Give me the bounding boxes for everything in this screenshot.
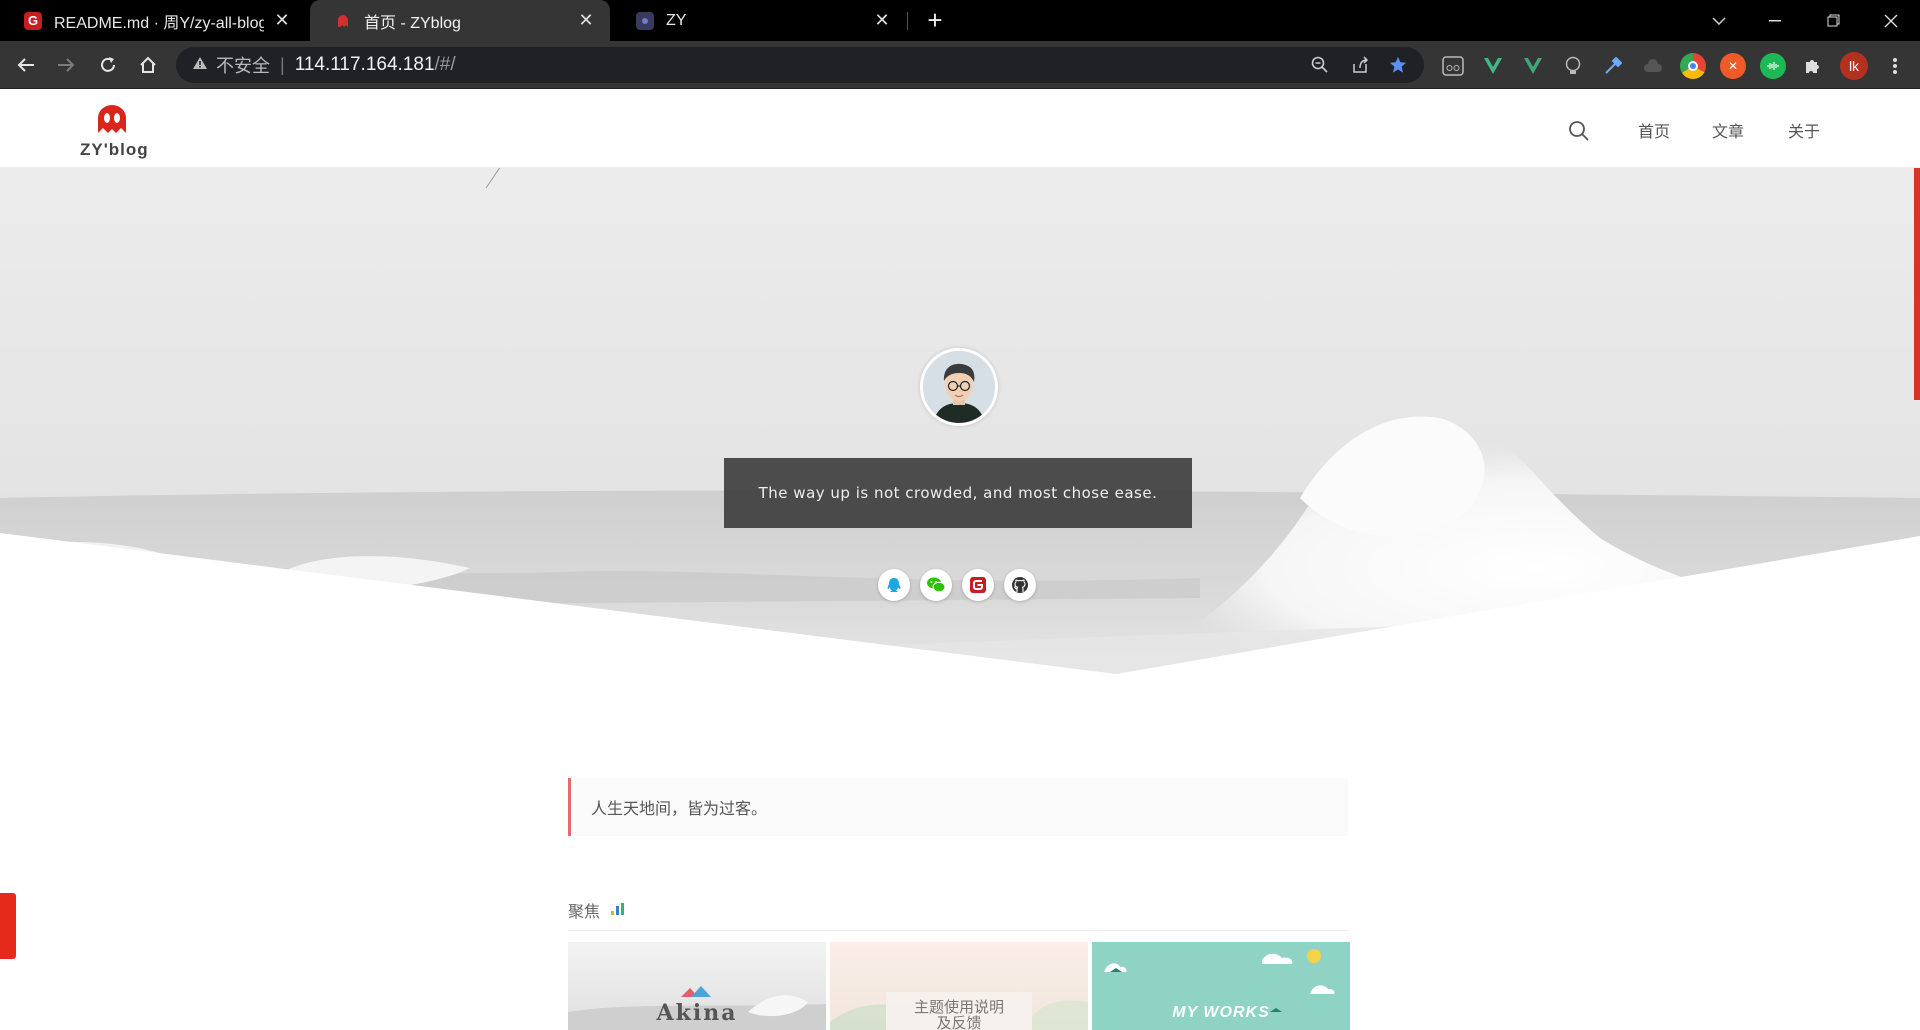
gitee-icon[interactable] <box>962 569 994 601</box>
tab-readme[interactable]: G README.md · 周Y/zy-all-blog ✕ <box>0 0 306 41</box>
warning-icon[interactable] <box>192 56 208 75</box>
ghost-logo-icon[interactable] <box>96 104 128 134</box>
reload-button[interactable] <box>92 49 124 81</box>
site-logo-text[interactable]: ZY'blog <box>80 140 149 160</box>
tab-zy[interactable]: ZY ✕ <box>612 0 906 41</box>
bookmark-star-icon[interactable] <box>1386 53 1410 77</box>
avatar[interactable] <box>920 348 998 426</box>
card-label: MY WORKS <box>1172 1004 1270 1021</box>
wechat-icon[interactable] <box>920 569 952 601</box>
gitee-favicon-icon: G <box>24 11 42 30</box>
focus-title-text: 聚焦 <box>568 904 601 921</box>
focus-divider <box>568 930 1348 931</box>
focus-card-works[interactable]: MY WORKS <box>1092 942 1350 1030</box>
vue-devtools-2-icon[interactable] <box>1520 53 1546 79</box>
tab-search-chevron-icon[interactable] <box>1696 0 1742 41</box>
tab-title: ZY <box>666 11 687 29</box>
forward-button[interactable] <box>50 49 82 81</box>
url-path: /#/ <box>434 54 456 75</box>
address-separator: | <box>280 54 285 75</box>
notice-quote: 人生天地间，皆为过客。 <box>568 778 1348 836</box>
security-label[interactable]: 不安全 <box>216 52 270 78</box>
share-icon[interactable] <box>1348 53 1372 77</box>
search-icon[interactable] <box>1568 120 1590 142</box>
tab-zyblog[interactable]: 首页 - ZYblog ✕ <box>310 0 610 41</box>
close-tab-icon[interactable]: ✕ <box>576 10 596 31</box>
nav-home[interactable]: 首页 <box>1638 118 1670 142</box>
card-label: 主题使用说明 及反馈 <box>830 1000 1088 1030</box>
qq-icon[interactable] <box>878 569 910 601</box>
motto-box: The way up is not crowded, and most chos… <box>724 458 1192 528</box>
chrome-extension-icon[interactable] <box>1680 53 1706 79</box>
hero-banner: The way up is not crowded, and most chos… <box>0 168 1920 734</box>
profile-avatar[interactable]: lk <box>1840 52 1868 80</box>
eyedropper-extension-icon[interactable] <box>1600 53 1626 79</box>
reader-extension-icon[interactable] <box>1440 53 1466 79</box>
card-label-line1: 主题使用说明 <box>913 999 1004 1016</box>
address-bar[interactable]: 不安全 | 114.117.164.181 /#/ <box>176 47 1424 83</box>
bar-chart-icon <box>610 901 626 920</box>
card-label: Akina <box>656 1000 738 1026</box>
close-window-button[interactable] <box>1868 0 1914 41</box>
extensions-puzzle-icon[interactable] <box>1800 53 1826 79</box>
url-host: 114.117.164.181 <box>294 54 435 75</box>
ocean-wave-background <box>0 168 1920 734</box>
side-drawer-tab[interactable] <box>0 893 16 959</box>
site-header: ZY'blog 首页 文章 关于 <box>0 90 1920 168</box>
minimize-button[interactable] <box>1752 0 1798 41</box>
lightbulb-extension-icon[interactable] <box>1560 53 1586 79</box>
back-button[interactable] <box>10 49 42 81</box>
card-label-line2: 及反馈 <box>936 1015 982 1030</box>
zy-favicon-icon <box>636 11 654 30</box>
close-tab-icon[interactable]: ✕ <box>872 10 892 31</box>
zoom-icon[interactable] <box>1308 53 1332 77</box>
focus-card-guide[interactable]: 主题使用说明 及反馈 <box>830 942 1088 1030</box>
audio-extension-icon[interactable] <box>1760 53 1786 79</box>
home-button[interactable] <box>132 49 164 81</box>
page-viewport: ZY'blog 首页 文章 关于 The way up is not crowd… <box>0 90 1920 1030</box>
restore-button[interactable] <box>1810 0 1856 41</box>
nav-about[interactable]: 关于 <box>1788 118 1820 142</box>
focus-section-title: 聚焦 <box>568 898 626 922</box>
social-links <box>878 569 1036 601</box>
browser-tab-strip: G README.md · 周Y/zy-all-blog ✕ 首页 - ZYbl… <box>0 0 1920 41</box>
more-menu-icon[interactable] <box>1882 53 1908 79</box>
orange-extension-icon[interactable]: ✕ <box>1720 53 1746 79</box>
new-tab-button[interactable]: + <box>922 7 948 34</box>
tab-title: 首页 - ZYblog <box>364 14 461 32</box>
nav-articles[interactable]: 文章 <box>1712 118 1744 142</box>
browser-toolbar: 不安全 | 114.117.164.181 /#/ ✕ lk <box>0 41 1920 89</box>
tab-title: README.md · 周Y/zy-all-blog <box>54 14 264 32</box>
close-tab-icon[interactable]: ✕ <box>272 10 292 31</box>
cloud-extension-icon[interactable] <box>1640 53 1666 79</box>
ghost-favicon-icon <box>334 12 352 30</box>
focus-card-akina[interactable]: Akina <box>568 942 826 1030</box>
tab-separator <box>907 12 908 30</box>
vue-devtools-icon[interactable] <box>1480 53 1506 79</box>
github-icon[interactable] <box>1004 569 1036 601</box>
